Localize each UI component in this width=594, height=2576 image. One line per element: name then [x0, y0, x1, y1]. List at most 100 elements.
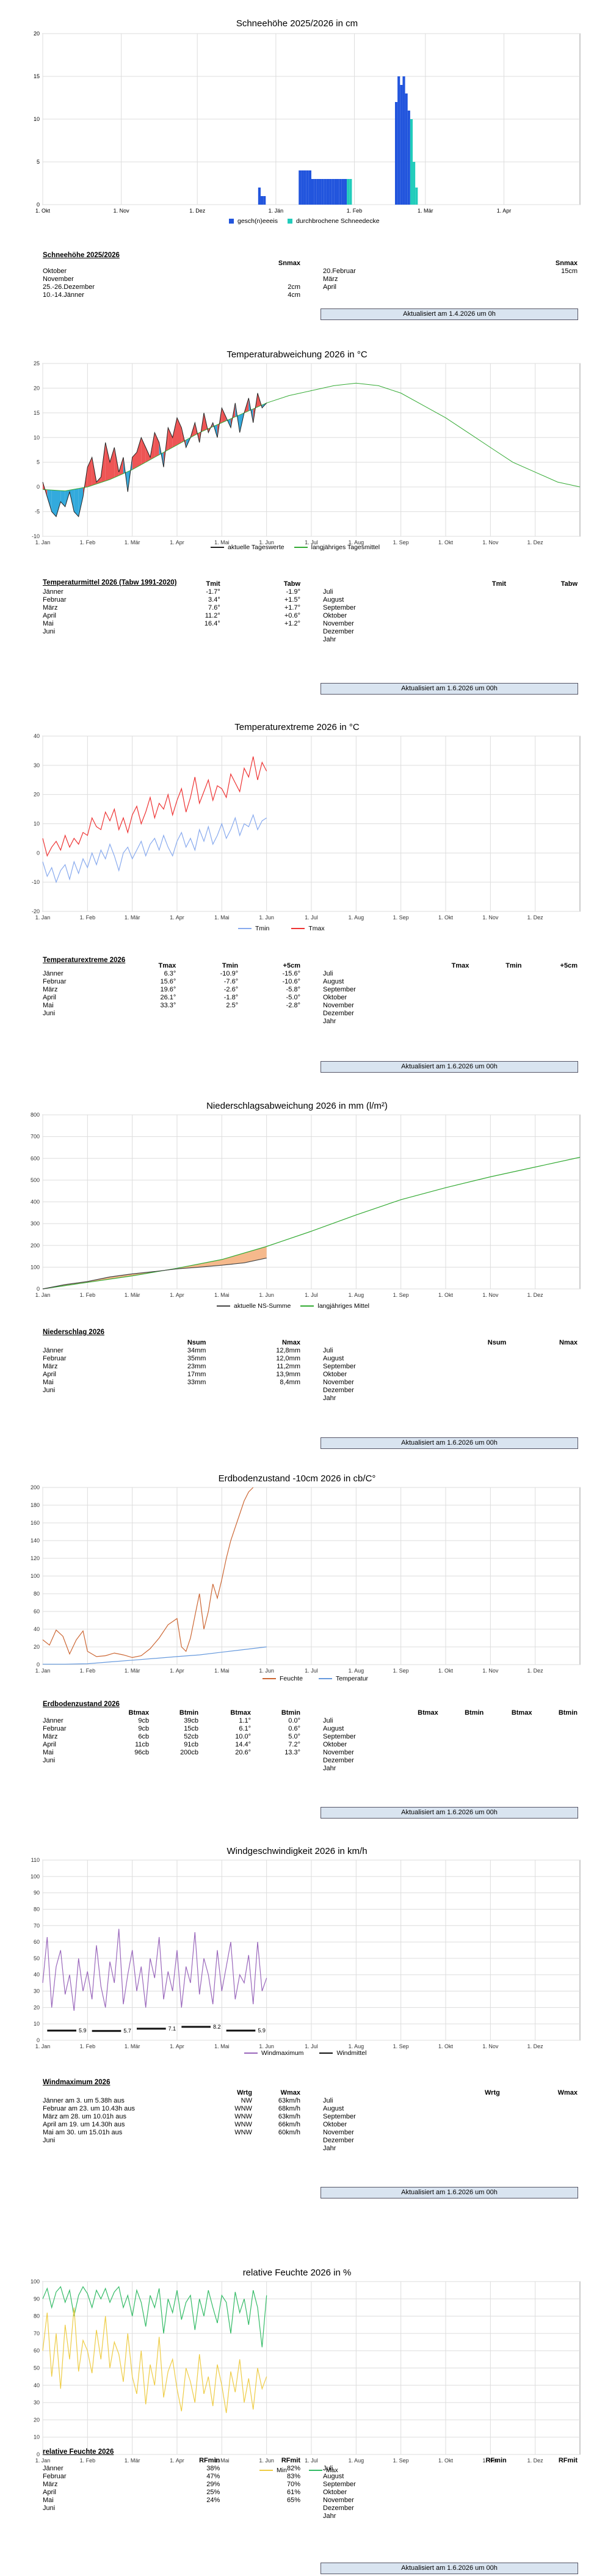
- table-cell: [509, 2505, 580, 2512]
- rh-update-bar: Aktualisiert am 1.6.2026 um 00h: [321, 2563, 578, 2574]
- wind-x-tick-label: 1. Mai: [214, 2043, 230, 2049]
- tempext-y-tick-label: 30: [34, 762, 40, 768]
- table-cell: 0.6°: [288, 1725, 300, 1732]
- table-cell: [136, 2505, 222, 2512]
- table-cell: [472, 283, 580, 291]
- table-row-label: August: [323, 978, 344, 985]
- table-cell: 35mm: [187, 1355, 206, 1362]
- soil-x-tick-label: 1. Sep: [393, 1668, 409, 1674]
- table-header-cell: Btmax: [418, 1709, 438, 1717]
- table-header-cell: Snmax: [278, 260, 300, 267]
- rh-y-tick-label: 70: [34, 2330, 40, 2337]
- table-cell: [432, 2489, 509, 2497]
- table-cell: [415, 1002, 471, 1010]
- table-cell: [415, 994, 471, 1002]
- table-row: Dezember: [321, 1010, 580, 1018]
- tempdev-y-tick-label: 0: [37, 484, 40, 490]
- soil-x-tick-label: 1. Feb: [80, 1668, 96, 1674]
- table-row: Oktober: [321, 2121, 580, 2129]
- table-row-label: Jahr: [323, 1018, 336, 1025]
- table-cell: [509, 596, 580, 604]
- tempdev-y-tick-label: 5: [37, 459, 40, 465]
- snow-table-title: Schneehöhe 2025/2026: [43, 252, 120, 259]
- table-row: März: [321, 275, 580, 283]
- table-row-label: März: [43, 2481, 58, 2488]
- table-header-cell: [321, 260, 472, 268]
- snow-x-tick-label: 1. Apr: [497, 208, 512, 214]
- soil-x-tick-label: 1. Jan: [35, 1668, 51, 1674]
- wind-panel: Windgeschwindigkeit 2026 in km/h 0 10 20 30…: [0, 1839, 594, 2205]
- snow-bar: [405, 93, 408, 205]
- wind-mean-label: 5.7: [123, 2028, 131, 2034]
- tempext-y-tick-label: 0: [37, 850, 40, 856]
- table-header-cell: Btmin: [281, 1709, 300, 1717]
- table-row: Februar 3.4° +1.5°: [40, 596, 303, 604]
- table-cell: [441, 1717, 487, 1725]
- rh-line-min: [42, 2307, 267, 2414]
- table-cell: 5.0°: [288, 1733, 300, 1740]
- table-row-label: August: [323, 2105, 344, 2112]
- table-cell: 29%: [206, 2481, 220, 2488]
- table-row-label: September: [323, 2481, 356, 2488]
- soil-line-temperature: [43, 1646, 267, 1665]
- table-row: Juni: [40, 2505, 303, 2512]
- table-cell: 65%: [286, 2497, 300, 2504]
- wind-y-tick-label: 110: [31, 1857, 40, 1863]
- soil-x-tick-label: 1. Jun: [259, 1668, 274, 1674]
- table-row: Juni: [40, 2137, 303, 2145]
- snow-bar: [394, 102, 398, 205]
- table-header-cell: [321, 2089, 439, 2097]
- table-cell: [524, 986, 580, 994]
- soil-table-title: Erdbodenzustand 2026: [43, 1701, 120, 1708]
- table-cell: [415, 1010, 471, 1018]
- precip-x-tick-label: 1. Aug: [349, 1292, 364, 1298]
- table-cell: [436, 1387, 509, 1395]
- tempdev-y-tick-label: -5: [35, 509, 40, 515]
- legend-label-tmax: Tmax: [308, 925, 325, 932]
- snow-y-tick-label: 15: [34, 73, 40, 79]
- wind-mean-label: 5.9: [258, 2027, 266, 2034]
- snow-bar: [344, 179, 347, 205]
- rh-chart: 01020304050607080901001. Jan 1. Feb 1. Mär…: [31, 2279, 581, 2464]
- table-cell: 12,0mm: [276, 1355, 300, 1362]
- table-cell: 13.3°: [284, 1749, 300, 1756]
- table-cell: [471, 978, 524, 986]
- wind-y-tick-label: 40: [34, 1972, 40, 1978]
- table-row-label: November: [323, 2129, 354, 2136]
- table-cell: [471, 986, 524, 994]
- table-cell: [502, 2129, 580, 2137]
- snow-table-right: Snmax 20.Februar 15cm März April: [321, 260, 580, 291]
- snow-bar: [400, 85, 403, 205]
- legend-swatch-longterm-mean: [300, 1305, 314, 1307]
- table-cell: [436, 1371, 509, 1379]
- table-header-cell: +5cm: [283, 962, 300, 969]
- tempdev-anomaly-fill: [154, 432, 159, 458]
- table-cell: [524, 994, 580, 1002]
- table-cell: [471, 1018, 524, 1026]
- precip-y-tick-label: 200: [31, 1242, 40, 1249]
- table-cell: 16.4°: [204, 620, 220, 627]
- table-cell: 68km/h: [278, 2105, 300, 2112]
- table-cell: WNW: [234, 2105, 252, 2112]
- tempext-x-tick-label: 1. Jan: [35, 914, 51, 921]
- table-cell: [534, 1725, 580, 1733]
- tempext-x-tick-label: 1. Jul: [305, 914, 318, 921]
- table-row: Jahr: [321, 636, 580, 644]
- soil-x-tick-label: 1. Apr: [170, 1668, 184, 1674]
- table-cell: WNW: [234, 2113, 252, 2120]
- snow-bar: [329, 179, 332, 205]
- table-cell: [255, 2137, 303, 2145]
- table-row: November: [321, 620, 580, 628]
- snow-bar: [326, 179, 330, 205]
- table-header-cell: Tmin: [505, 962, 522, 969]
- table-cell: [436, 1379, 509, 1387]
- precip-y-tick-label: 600: [31, 1155, 40, 1161]
- tempext-panel: Temperaturextreme 2026 in °C -20 -10 0 10 20…: [0, 715, 594, 1075]
- table-row-label: September: [323, 2113, 356, 2120]
- table-cell: [223, 628, 303, 636]
- tempdev-anomaly-fill: [105, 442, 110, 481]
- table-row-label: Jänner: [43, 588, 63, 596]
- table-cell: WNW: [234, 2129, 252, 2136]
- table-cell: [222, 2505, 303, 2512]
- table-header-cell: +5cm: [560, 962, 578, 969]
